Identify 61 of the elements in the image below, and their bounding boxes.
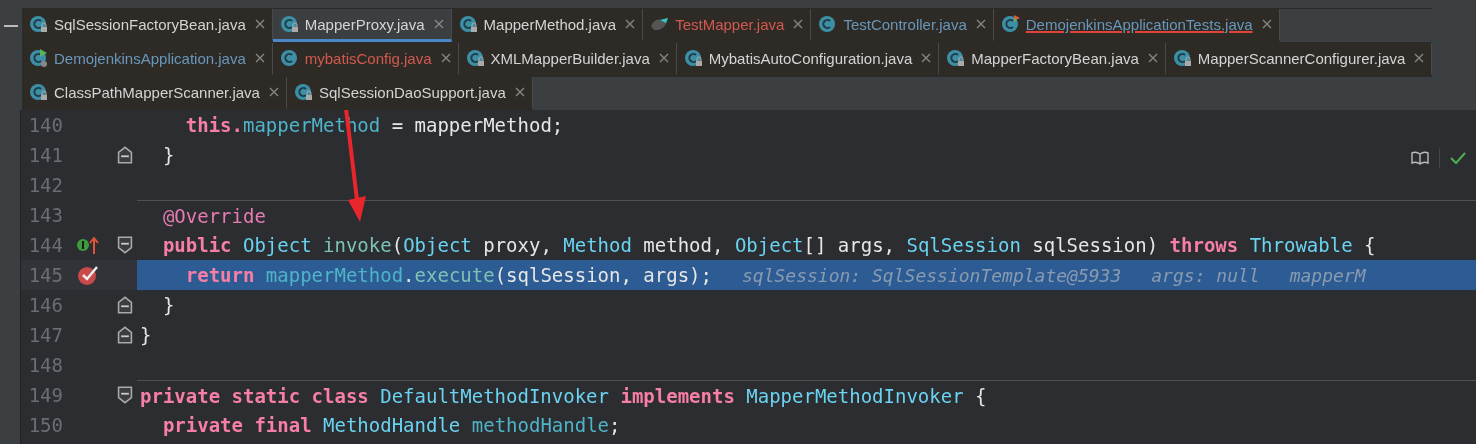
line-number: 149 — [27, 384, 63, 406]
implements-marker-icon[interactable] — [76, 235, 100, 255]
line-number: 144 — [27, 234, 63, 256]
line-number: 145 — [27, 264, 63, 286]
code-line: private static class DefaultMethodInvoker implements MapperMethodInvoker { — [140, 384, 987, 407]
close-icon[interactable] — [1147, 53, 1158, 63]
breakpoint-icon[interactable] — [77, 264, 99, 286]
close-icon[interactable] — [1414, 53, 1425, 63]
scrollbar[interactable] — [0, 110, 21, 444]
close-icon[interactable] — [1261, 19, 1272, 29]
inline-value-hint: args: null — [1151, 264, 1260, 286]
code-line: } — [161, 294, 175, 316]
editor-tab[interactable]: MapperFactoryBean.java — [939, 43, 1166, 76]
editor-tab[interactable]: MapperProxy.java — [272, 9, 452, 42]
close-icon[interactable] — [793, 19, 804, 29]
editor-tab[interactable]: mybatisConfig.java — [272, 43, 459, 76]
check-icon[interactable] — [1450, 151, 1466, 165]
editor-tab[interactable]: DemojenkinsApplicationTests.java — [993, 9, 1280, 42]
line-number: 142 — [27, 174, 63, 196]
line-number: 150 — [27, 414, 63, 436]
line-number: 148 — [27, 354, 63, 376]
editor-tab[interactable]: MapperScannerConfigurer.java — [1165, 43, 1433, 76]
code-line: return mapperMethod.execute(sqlSession, args); — [184, 264, 712, 286]
line-number: 147 — [27, 324, 63, 346]
reader-mode-icon[interactable] — [1411, 151, 1429, 165]
close-icon[interactable] — [625, 19, 636, 29]
editor-tab[interactable]: TestMapper.java — [643, 9, 812, 42]
minimize-icon[interactable] — [4, 24, 18, 28]
editor-tab[interactable]: MybatisAutoConfiguration.java — [676, 43, 940, 76]
close-icon[interactable] — [975, 19, 986, 29]
code-line: } — [161, 144, 175, 166]
close-icon[interactable] — [921, 53, 932, 63]
fold-marker-icon[interactable] — [117, 236, 133, 254]
close-icon[interactable] — [254, 19, 265, 29]
fold-marker-icon[interactable] — [117, 296, 133, 314]
code-line: public Object invoke(Object proxy, Method method, Object[] args, SqlSession sqlSession) throws Throwable { — [161, 234, 1376, 256]
inline-value-hint: sqlSession: SqlSessionTemplate@5933 — [742, 264, 1122, 286]
close-icon[interactable] — [440, 53, 451, 63]
close-icon[interactable] — [514, 87, 525, 97]
code-line: } — [140, 324, 152, 346]
editor-tab[interactable]: SqlSessionDaoSupport.java — [286, 77, 533, 110]
close-icon[interactable] — [254, 53, 265, 63]
editor-tab[interactable]: XMLMapperBuilder.java — [458, 43, 677, 76]
line-number: 146 — [27, 294, 63, 316]
close-icon[interactable] — [268, 87, 279, 97]
editor-tab[interactable]: DemojenkinsApplication.java — [22, 43, 273, 76]
close-icon[interactable] — [658, 53, 669, 63]
line-number: 143 — [27, 204, 63, 226]
line-number: 140 — [27, 114, 63, 136]
inline-value-hint: mapperM — [1289, 264, 1366, 286]
editor-tab[interactable]: SqlSessionFactoryBean.java — [22, 9, 273, 42]
code-line: private final MethodHandle methodHandle; — [161, 414, 621, 436]
fold-marker-icon[interactable] — [117, 386, 133, 404]
line-number: 141 — [27, 144, 63, 166]
fold-marker-icon[interactable] — [117, 326, 133, 344]
fold-marker-icon[interactable] — [117, 146, 133, 164]
code-line: @Override — [161, 204, 266, 227]
editor-tab[interactable]: MapperMethod.java — [451, 9, 644, 42]
editor-tab[interactable]: TestController.java — [811, 9, 994, 42]
close-icon[interactable] — [433, 19, 444, 29]
editor-tab[interactable]: ClassPathMapperScanner.java — [22, 77, 287, 110]
